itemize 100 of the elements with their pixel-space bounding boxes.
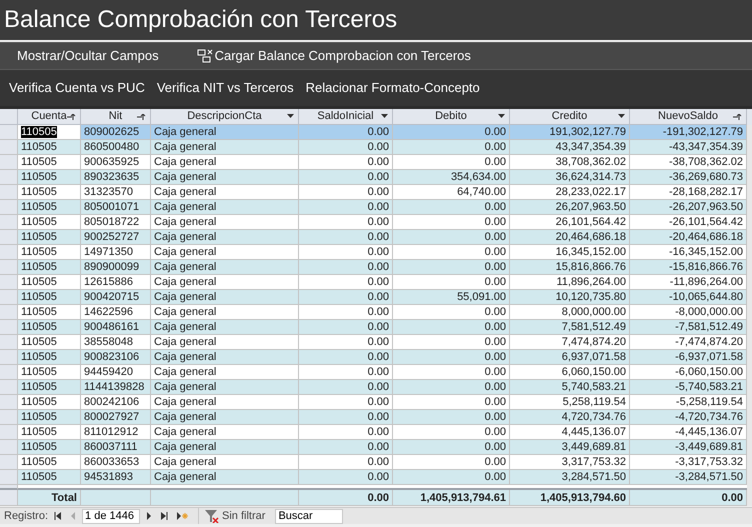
column-header[interactable]: Debito	[393, 109, 510, 125]
table-cell: 11,896,264.00	[510, 275, 630, 290]
table-cell: 55,091.00	[393, 290, 510, 305]
row-selector[interactable]	[0, 425, 18, 440]
table-cell: 0.00	[299, 470, 393, 485]
row-selector[interactable]	[0, 335, 18, 350]
record-field[interactable]: 1 de 1446	[82, 508, 140, 524]
row-selector[interactable]	[0, 125, 18, 140]
table-cell: -8,000,000.00	[630, 305, 747, 320]
table-cell: Caja general	[151, 185, 299, 200]
table-cell: 26,207,963.50	[510, 200, 630, 215]
table-cell: Caja general	[151, 395, 299, 410]
row-selector[interactable]	[0, 485, 18, 490]
table-cell: 1144139828	[81, 380, 151, 395]
row-selector[interactable]	[0, 245, 18, 260]
row-selector[interactable]	[0, 155, 18, 170]
table-cell: 0.00	[299, 320, 393, 335]
table-cell: 860500480	[81, 140, 151, 155]
total-label: Total	[18, 490, 81, 506]
menu-item[interactable]: Cargar Balance Comprobacion con Terceros	[196, 46, 471, 66]
table-cell: 110505	[18, 275, 81, 290]
row-selector[interactable]	[0, 365, 18, 380]
table-cell: 0.00	[299, 380, 393, 395]
search-field[interactable]: Buscar	[275, 508, 344, 524]
table-cell: 0.00	[299, 140, 393, 155]
filter-button[interactable]: Sin filtrar	[198, 508, 266, 524]
table-cell: 0.00	[393, 245, 510, 260]
column-header[interactable]: Credito	[510, 109, 630, 125]
table-cell: 0.00	[299, 200, 393, 215]
table-cell: 900635925	[81, 155, 151, 170]
table-cell: 6,937,071.58	[510, 350, 630, 365]
toolbar-button[interactable]: Verifica NIT vs Terceros	[156, 78, 294, 98]
row-selector[interactable]	[0, 200, 18, 215]
row-selector[interactable]	[0, 395, 18, 410]
toolbar-button[interactable]: Relacionar Formato-Concepto	[306, 78, 480, 98]
column-header[interactable]: NuevoSaldo	[630, 109, 747, 125]
row-selector[interactable]	[0, 260, 18, 275]
table-cell: 110505	[18, 320, 81, 335]
row-selector[interactable]	[0, 185, 18, 200]
row-selector[interactable]	[0, 140, 18, 155]
row-selector[interactable]	[0, 440, 18, 455]
table-cell: -3,284,571.50	[630, 470, 747, 485]
table-cell: -6,060,150.00	[630, 365, 747, 380]
table-cell: -7,581,512.49	[630, 320, 747, 335]
row-selector[interactable]	[0, 380, 18, 395]
table-cell: 110505	[18, 245, 81, 260]
table-cell: 0.00	[393, 155, 510, 170]
row-selector[interactable]	[0, 290, 18, 305]
table-cell: -3,449,689.81	[630, 440, 747, 455]
table-cell: 110505	[18, 290, 81, 305]
table-cell: 36,624,314.73	[510, 170, 630, 185]
table-cell: 900252727	[81, 230, 151, 245]
table-cell: -3,317,753.32	[630, 455, 747, 470]
table-cell: 8,000,000.00	[510, 305, 630, 320]
table-cell: 7,474,874.20	[510, 335, 630, 350]
table-cell: 110505	[18, 170, 81, 185]
row-selector[interactable]	[0, 275, 18, 290]
table-cell: Caja general	[151, 215, 299, 230]
table-cell: 0.00	[299, 425, 393, 440]
row-selector[interactable]	[0, 215, 18, 230]
table-cell: 5,740,583.21	[510, 380, 630, 395]
table-cell: 0.00	[299, 155, 393, 170]
row-selector[interactable]	[0, 350, 18, 365]
table-cell: -6,937,071.58	[630, 350, 747, 365]
column-header[interactable]: SaldoInicial	[299, 109, 393, 125]
row-selector[interactable]	[0, 470, 18, 485]
row-selector[interactable]	[0, 455, 18, 470]
row-selector[interactable]	[0, 410, 18, 425]
row-selector[interactable]	[0, 230, 18, 245]
table-cell: 0.00	[393, 125, 510, 140]
row-selector[interactable]	[0, 170, 18, 185]
toolbar-button[interactable]: Verifica Cuenta vs PUC	[9, 78, 145, 98]
table-cell: 805018722	[81, 215, 151, 230]
table-cell: Caja general	[151, 410, 299, 425]
last-record-icon[interactable]	[158, 509, 170, 523]
table-cell: 0.00	[299, 260, 393, 275]
row-selector[interactable]	[0, 320, 18, 335]
table-cell: 110505	[18, 140, 81, 155]
table-cell: 110505	[18, 155, 81, 170]
table-cell: Caja general	[151, 140, 299, 155]
table-cell: 4,445,136.07	[510, 425, 630, 440]
new-record-icon[interactable]	[174, 509, 190, 523]
table-cell: 0.00	[393, 200, 510, 215]
table-cell: 0.00	[393, 470, 510, 485]
corner-cell[interactable]	[0, 109, 18, 125]
table-cell: 16,345,152.00	[510, 245, 630, 260]
row-selector[interactable]	[0, 305, 18, 320]
menu-item[interactable]: Mostrar/Ocultar Campos	[17, 46, 159, 66]
table-cell: 0.00	[393, 140, 510, 155]
table-cell: 0.00	[299, 365, 393, 380]
column-header[interactable]: DescripcionCta	[151, 109, 299, 125]
table-cell: 0.00	[393, 230, 510, 245]
table-cell: 0.00	[299, 395, 393, 410]
table-cell: -5,740,583.21	[630, 380, 747, 395]
table-cell: Caja general	[151, 155, 299, 170]
table-cell: 0.00	[299, 440, 393, 455]
column-header[interactable]: Cuenta	[18, 109, 81, 125]
column-header[interactable]: Nit	[81, 109, 151, 125]
table-cell: 0.00	[299, 455, 393, 470]
table-cell: 7,581,512.49	[510, 320, 630, 335]
